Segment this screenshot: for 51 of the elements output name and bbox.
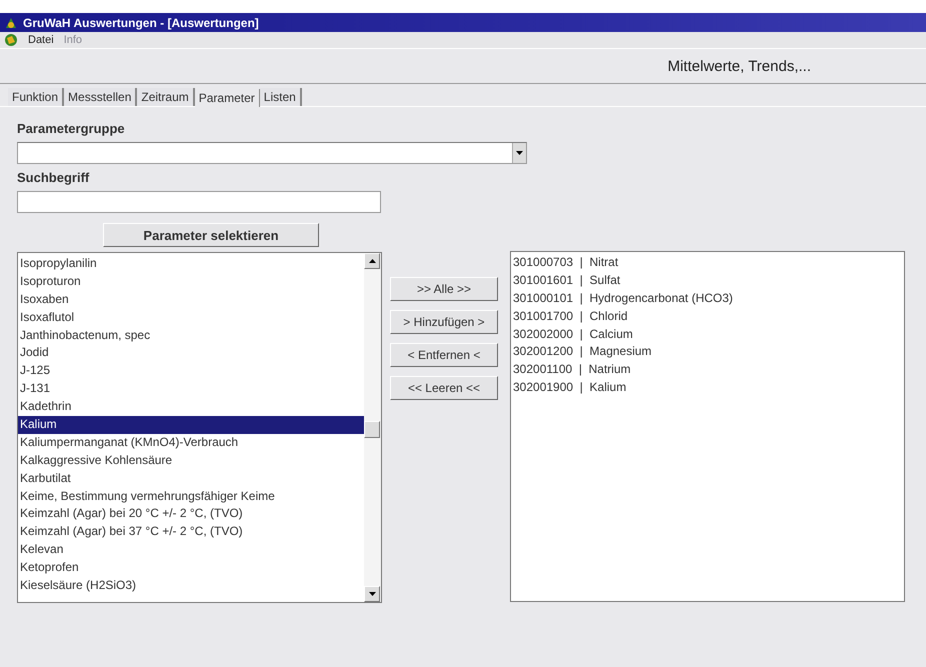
move-button[interactable]: >> Alle >> <box>390 277 498 301</box>
list-item[interactable]: 302001900 | Kalium <box>513 379 904 398</box>
app-icon <box>4 16 18 30</box>
list-item[interactable]: Ketoprofen <box>18 559 364 578</box>
select-button[interactable]: Parameter selektieren <box>103 223 319 247</box>
window-title: GruWaH Auswertungen - [Auswertungen] <box>23 16 259 30</box>
list-item[interactable]: Isoxaflutol <box>18 308 364 327</box>
search-field[interactable] <box>17 191 381 213</box>
list-item[interactable]: 301001601 | Sulfat <box>513 272 904 290</box>
move-button[interactable]: << Leeren << <box>390 376 498 400</box>
list-item[interactable]: Kalium <box>18 416 364 434</box>
list-item[interactable]: Karbutilat <box>18 470 364 488</box>
list-item[interactable]: Jodid <box>18 344 364 362</box>
list-item[interactable]: Keimzahl (Agar) bei 37 °C +/- 2 °C, (TVO) <box>18 523 364 542</box>
header-title: Mittelwerte, Trends,... <box>668 58 811 74</box>
list-item[interactable]: 301000101 | Hydrogencarbonat (HCO3) <box>513 290 904 308</box>
move-button[interactable]: < Entfernen < <box>390 343 498 367</box>
list-item[interactable]: J-125 <box>18 362 364 380</box>
scroll-down-icon <box>368 592 376 596</box>
list-item[interactable]: J-131 <box>18 380 364 398</box>
menu-item[interactable]: Datei <box>28 34 54 46</box>
list-item[interactable]: Isoxaben <box>18 290 364 309</box>
list-item[interactable]: Isoproturon <box>18 272 364 291</box>
tab[interactable]: Parameter <box>194 89 260 107</box>
app-icon <box>4 33 18 47</box>
move-button[interactable]: > Hinzufügen > <box>390 310 498 334</box>
tab[interactable]: Listen <box>260 88 302 106</box>
parameter-group-dropdown[interactable] <box>17 142 527 164</box>
list-item[interactable]: Keime, Bestimmung vermehrungsfähiger Keime <box>18 488 364 506</box>
list-item[interactable]: 301000703 | Nitrat <box>513 254 904 272</box>
tab[interactable]: Messstellen <box>64 88 138 106</box>
list-item[interactable]: Janthinobactenum, spec <box>18 326 364 344</box>
list-item[interactable]: 301001700 | Chlorid <box>513 308 904 326</box>
scroll-thumb[interactable] <box>364 421 380 438</box>
list-item[interactable]: Isopropylanilin <box>18 255 364 273</box>
field-label: Suchbegriff <box>17 170 90 185</box>
scrollbar[interactable] <box>364 253 381 602</box>
list-item[interactable]: Kieselsäure (H2SiO3) <box>18 577 364 595</box>
list-item[interactable]: 302002000 | Calcium <box>513 326 904 344</box>
list-item[interactable]: 302001200 | Magnesium <box>513 343 904 362</box>
list-item[interactable]: 302001100 | Natrium <box>513 361 904 380</box>
list-item[interactable]: Kalkaggressive Kohlensäure <box>18 452 364 470</box>
list-item[interactable]: Kaliumpermanganat (KMnO4)-Verbrauch <box>18 434 364 452</box>
list-item[interactable]: Kelevan <box>18 541 364 560</box>
tab[interactable]: Funktion <box>8 88 64 106</box>
scroll-down-icon <box>516 151 523 155</box>
tab[interactable]: Zeitraum <box>137 88 195 106</box>
scroll-up-icon <box>368 259 376 263</box>
list-item[interactable]: Keimzahl (Agar) bei 20 °C +/- 2 °C, (TVO) <box>18 505 364 524</box>
list-item[interactable]: Kadethrin <box>18 398 364 416</box>
field-label: Parametergruppe <box>17 121 126 136</box>
